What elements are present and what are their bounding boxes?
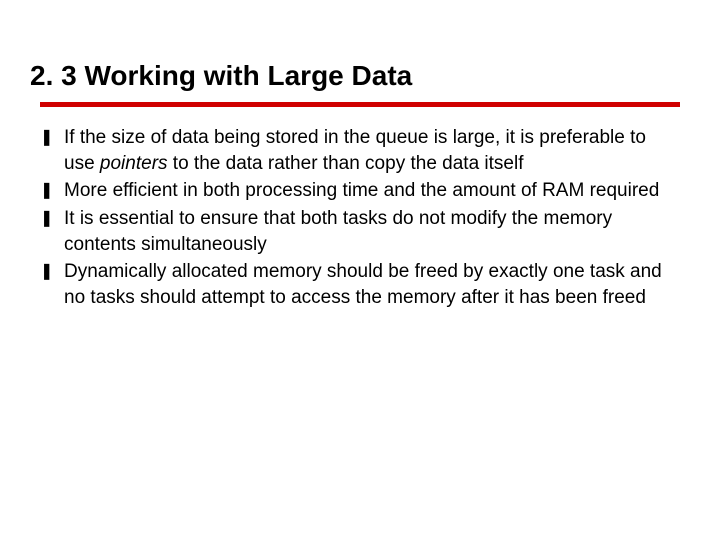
text-run: Dynamically allocated memory should be f…	[64, 261, 662, 308]
list-item: ❚ If the size of data being stored in th…	[40, 125, 680, 176]
title-underline	[40, 102, 680, 107]
list-item: ❚ It is essential to ensure that both ta…	[40, 206, 680, 257]
slide-title: 2. 3 Working with Large Data	[30, 60, 680, 92]
text-run: More efficient in both processing time a…	[64, 180, 659, 201]
slide: 2. 3 Working with Large Data ❚ If the si…	[0, 0, 720, 540]
list-item-text: Dynamically allocated memory should be f…	[64, 259, 680, 310]
text-run-emphasis: pointers	[100, 153, 168, 174]
bullet-list: ❚ If the size of data being stored in th…	[40, 125, 680, 310]
bullet-icon: ❚	[40, 206, 64, 232]
list-item-text: More efficient in both processing time a…	[64, 178, 680, 204]
list-item: ❚ Dynamically allocated memory should be…	[40, 259, 680, 310]
text-run: It is essential to ensure that both task…	[64, 208, 612, 255]
bullet-icon: ❚	[40, 125, 64, 151]
list-item-text: It is essential to ensure that both task…	[64, 206, 680, 257]
bullet-icon: ❚	[40, 178, 64, 204]
list-item: ❚ More efficient in both processing time…	[40, 178, 680, 204]
list-item-text: If the size of data being stored in the …	[64, 125, 680, 176]
text-run: to the data rather than copy the data it…	[168, 153, 524, 174]
bullet-icon: ❚	[40, 259, 64, 285]
